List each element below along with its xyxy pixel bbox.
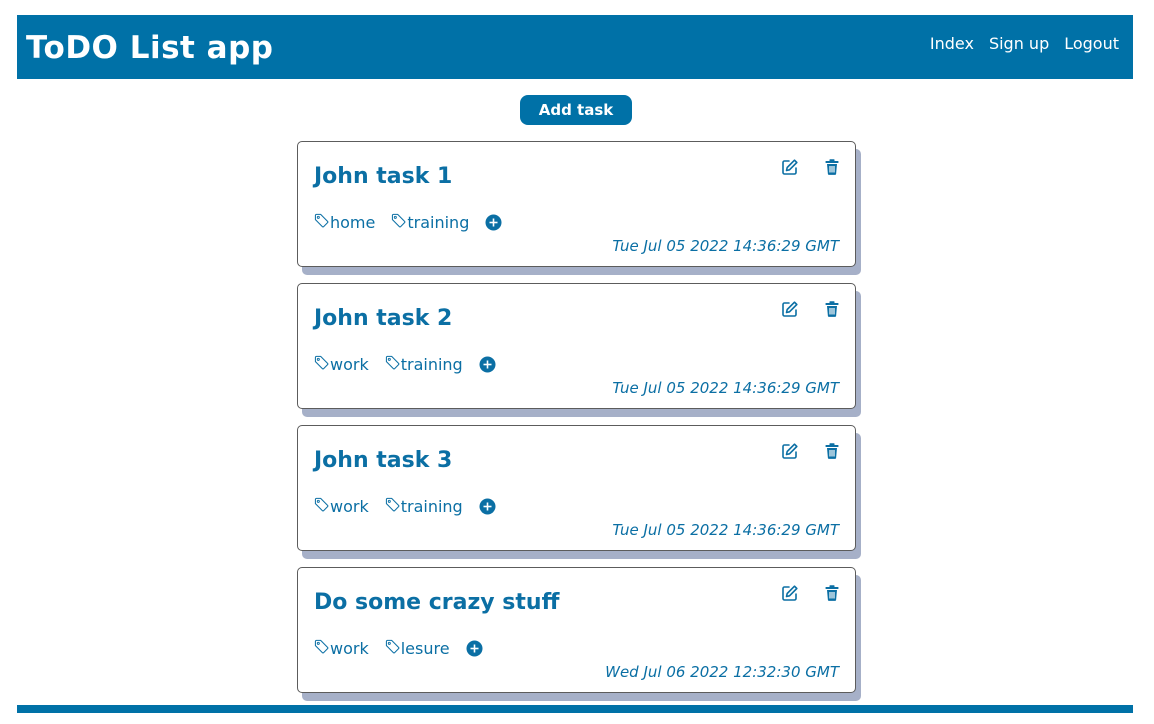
tag-chip[interactable]: work — [314, 497, 369, 516]
task-card: John task 3 work training Tue Jul 05 2022 1… — [297, 425, 856, 551]
task-card: John task 2 work training Tue Jul 05 2022 1… — [297, 283, 856, 409]
edit-icon[interactable] — [781, 584, 799, 602]
trash-icon[interactable] — [823, 442, 841, 460]
footer-bar — [17, 705, 1133, 713]
task-date: Tue Jul 05 2022 14:36:29 GMT — [612, 521, 839, 539]
tag-icon — [385, 639, 401, 658]
tag-chip[interactable]: training — [385, 355, 463, 374]
task-date: Wed Jul 06 2022 12:32:30 GMT — [605, 663, 839, 681]
tag-chip[interactable]: training — [391, 213, 469, 232]
tag-icon — [314, 497, 330, 516]
tag-label: training — [400, 355, 463, 374]
tag-chip[interactable]: home — [314, 213, 375, 232]
tag-label: work — [330, 639, 369, 658]
tag-chip[interactable]: work — [314, 639, 369, 658]
tag-chip[interactable]: training — [385, 497, 463, 516]
plus-circle-icon[interactable] — [466, 640, 483, 657]
top-nav: Index Sign up Logout — [930, 34, 1119, 53]
nav-link-index[interactable]: Index — [930, 34, 974, 53]
tag-label: lesure — [400, 639, 450, 658]
task-actions — [781, 158, 841, 176]
task-card: Do some crazy stuff work lesure Wed Jul 06 … — [297, 567, 856, 693]
task-list: John task 1 home training Tue Jul 05 2022 1… — [297, 141, 857, 709]
task-title: Do some crazy stuff — [314, 590, 560, 615]
tag-label: home — [330, 213, 376, 232]
tag-icon — [314, 639, 330, 658]
tag-icon — [391, 213, 407, 232]
task-tags: work lesure — [314, 639, 483, 658]
trash-icon[interactable] — [823, 584, 841, 602]
task-tags: work training — [314, 355, 496, 374]
plus-circle-icon[interactable] — [485, 214, 502, 231]
plus-circle-icon[interactable] — [479, 356, 496, 373]
tag-label: training — [407, 213, 470, 232]
edit-icon[interactable] — [781, 442, 799, 460]
tag-icon — [314, 355, 330, 374]
task-date: Tue Jul 05 2022 14:36:29 GMT — [612, 379, 839, 397]
tag-icon — [385, 355, 401, 374]
task-card: John task 1 home training Tue Jul 05 2022 1… — [297, 141, 856, 267]
nav-link-sign-up[interactable]: Sign up — [989, 34, 1049, 53]
trash-icon[interactable] — [823, 158, 841, 176]
edit-icon[interactable] — [781, 158, 799, 176]
add-task-button[interactable]: Add task — [520, 95, 632, 125]
app-title: ToDO List app — [26, 30, 274, 66]
task-title: John task 3 — [314, 448, 453, 473]
tag-label: training — [400, 497, 463, 516]
tag-icon — [385, 497, 401, 516]
app-header: ToDO List app Index Sign up Logout — [17, 15, 1133, 79]
edit-icon[interactable] — [781, 300, 799, 318]
tag-label: work — [330, 355, 369, 374]
plus-circle-icon[interactable] — [479, 498, 496, 515]
task-title: John task 1 — [314, 164, 453, 189]
task-date: Tue Jul 05 2022 14:36:29 GMT — [612, 237, 839, 255]
tag-chip[interactable]: lesure — [385, 639, 450, 658]
tag-icon — [314, 213, 330, 232]
task-actions — [781, 300, 841, 318]
tag-label: work — [330, 497, 369, 516]
trash-icon[interactable] — [823, 300, 841, 318]
nav-link-logout[interactable]: Logout — [1064, 34, 1119, 53]
task-title: John task 2 — [314, 306, 453, 331]
tag-chip[interactable]: work — [314, 355, 369, 374]
task-tags: work training — [314, 497, 496, 516]
task-actions — [781, 442, 841, 460]
task-tags: home training — [314, 213, 502, 232]
task-actions — [781, 584, 841, 602]
